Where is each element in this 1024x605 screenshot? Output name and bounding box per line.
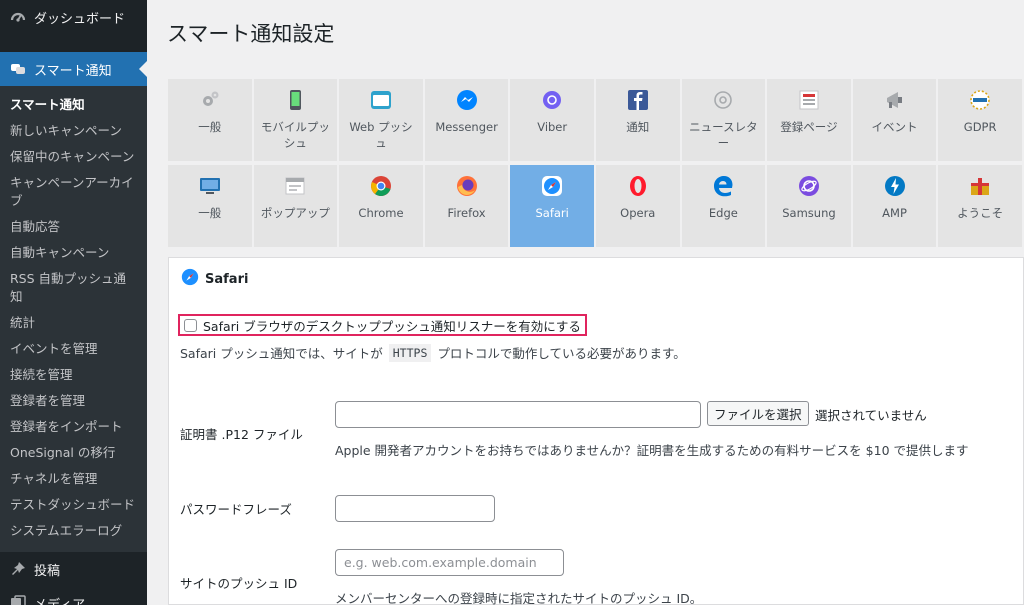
tab-firefox[interactable]: Firefox (424, 165, 509, 247)
passphrase-label: パスワードフレーズ (180, 502, 292, 517)
menu-media-label: メディア (34, 597, 86, 605)
menu-media[interactable]: メディア (0, 586, 147, 605)
menu-dashboard-label: ダッシュボード (34, 11, 126, 27)
tab-row-2: 一般 ポップアップ Chrome Firefox Safari Opera Ed… (168, 165, 1024, 247)
gear-icon (199, 89, 221, 111)
settings-tabs: 一般 モバイルプッシュ Web プッシュ Messenger Viber 通知 (168, 79, 1024, 251)
facebook-icon (627, 89, 649, 111)
panel-header: Safari (181, 268, 248, 290)
safari-icon (541, 175, 563, 197)
menu-dashboard[interactable]: ダッシュボード (0, 0, 147, 34)
tab-row-1: 一般 モバイルプッシュ Web プッシュ Messenger Viber 通知 (168, 79, 1024, 161)
tab-general[interactable]: 一般 (168, 79, 252, 161)
cert-file-path-input[interactable] (335, 401, 701, 428)
submenu-item[interactable]: チャネルを管理 (0, 466, 147, 492)
tab-samsung[interactable]: Samsung (767, 165, 851, 247)
viber-icon (541, 89, 563, 111)
https-notice: Safari プッシュ通知では、サイトが HTTPS プロトコルで動作している必… (180, 343, 686, 362)
page-title: スマート通知設定 (167, 22, 335, 46)
tab-chrome[interactable]: Chrome (339, 165, 423, 247)
megaphone-icon (884, 89, 906, 111)
admin-sidebar: ダッシュボード スマート通知 スマート通知 新しいキャンペーン 保留中のキャンペ… (0, 0, 147, 605)
popup-icon (284, 175, 306, 197)
submenu-item[interactable]: RSS 自動プッシュ通知 (0, 266, 147, 310)
mobile-icon (284, 89, 306, 111)
tab-popup[interactable]: ポップアップ (253, 165, 338, 247)
submenu-item[interactable]: 自動応答 (0, 214, 147, 240)
tab-messenger[interactable]: Messenger (424, 79, 509, 161)
pin-icon (8, 559, 28, 579)
tab-events[interactable]: イベント (852, 79, 937, 161)
submenu-item[interactable]: 登録者を管理 (0, 388, 147, 414)
gdpr-icon (969, 89, 991, 111)
https-code: HTTPS (388, 343, 432, 362)
at-icon (712, 89, 734, 111)
monitor-icon (199, 175, 221, 197)
cert-help-text: Apple 開発者アカウントをお持ちではありませんか？証明書を生成するための有料… (335, 443, 969, 458)
enable-safari-option[interactable]: Safari ブラウザのデスクトッププッシュ通知リスナーを有効にする (178, 314, 587, 336)
tab-mobile-push[interactable]: モバイルプッシュ (253, 79, 338, 161)
tab-welcome[interactable]: ようこそ (938, 165, 1022, 247)
amp-icon (884, 175, 906, 197)
safari-icon (181, 268, 199, 290)
main-content: スマート通知設定 一般 モバイルプッシュ Web プッシュ Messenger … (147, 0, 1024, 605)
enable-safari-label[interactable]: Safari ブラウザのデスクトッププッシュ通知リスナーを有効にする (203, 316, 581, 335)
menu-posts[interactable]: 投稿 (0, 552, 147, 586)
samsung-icon (798, 175, 820, 197)
submenu-item[interactable]: テストダッシュボード (0, 492, 147, 518)
choose-file-button[interactable]: ファイルを選択 (707, 401, 809, 426)
tab-viber[interactable]: Viber (510, 79, 594, 161)
passphrase-input[interactable] (335, 495, 495, 522)
menu-smart-notify[interactable]: スマート通知 (0, 52, 147, 86)
tab-signup-page[interactable]: 登録ページ (767, 79, 851, 161)
tab-newsletter[interactable]: ニュースレター (681, 79, 766, 161)
media-icon (8, 593, 28, 605)
submenu-item[interactable]: OneSignal の移行 (0, 440, 147, 466)
tab-web-push[interactable]: Web プッシュ (339, 79, 423, 161)
submenu-item[interactable]: 登録者をインポート (0, 414, 147, 440)
menu-posts-label: 投稿 (34, 563, 61, 579)
dashboard-icon (8, 7, 28, 27)
safari-settings-panel: Safari Safari ブラウザのデスクトッププッシュ通知リスナーを有効にす… (168, 257, 1024, 605)
submenu-item[interactable]: 統計 (0, 310, 147, 336)
submenu-item[interactable]: 接続を管理 (0, 362, 147, 388)
submenu-item[interactable]: イベントを管理 (0, 336, 147, 362)
opera-icon (627, 175, 649, 197)
chrome-icon (370, 175, 392, 197)
file-status-text: 選択されていません (815, 408, 927, 423)
submenu-item[interactable]: 保留中のキャンペーン (0, 144, 147, 170)
tab-gdpr[interactable]: GDPR (938, 79, 1022, 161)
firefox-icon (456, 175, 478, 197)
form-icon (798, 89, 820, 111)
submenu-smart-notify: スマート通知 新しいキャンペーン 保留中のキャンペーン キャンペーンアーカイブ … (0, 86, 147, 552)
enable-safari-checkbox[interactable] (184, 318, 197, 332)
submenu-item[interactable]: キャンペーンアーカイブ (0, 170, 147, 214)
edge-icon (712, 175, 734, 197)
submenu-item[interactable]: システムエラーログ (0, 518, 147, 544)
messenger-icon (456, 89, 478, 111)
panel-title: Safari (205, 271, 249, 287)
tab-opera[interactable]: Opera (595, 165, 680, 247)
welcome-icon (969, 175, 991, 197)
tab-edge[interactable]: Edge (681, 165, 766, 247)
tab-safari[interactable]: Safari (510, 165, 594, 247)
push-id-input[interactable]: e.g. web.com.example.domain (335, 549, 564, 576)
tab-facebook-notify[interactable]: 通知 (595, 79, 680, 161)
menu-smart-notify-label: スマート通知 (34, 63, 112, 79)
browser-icon (370, 89, 392, 111)
tab-general-2[interactable]: 一般 (168, 165, 252, 247)
push-id-help-text: メンバーセンターへの登録時に指定されたサイトのプッシュ ID。 (335, 591, 703, 605)
tab-amp[interactable]: AMP (852, 165, 937, 247)
chat-bubbles-icon (8, 59, 28, 79)
push-id-label: サイトのプッシュ ID (180, 576, 298, 591)
submenu-item[interactable]: 自動キャンペーン (0, 240, 147, 266)
cert-file-label: 証明書 .P12 ファイル (180, 427, 303, 442)
submenu-item[interactable]: スマート通知 (0, 92, 147, 118)
submenu-item[interactable]: 新しいキャンペーン (0, 118, 147, 144)
